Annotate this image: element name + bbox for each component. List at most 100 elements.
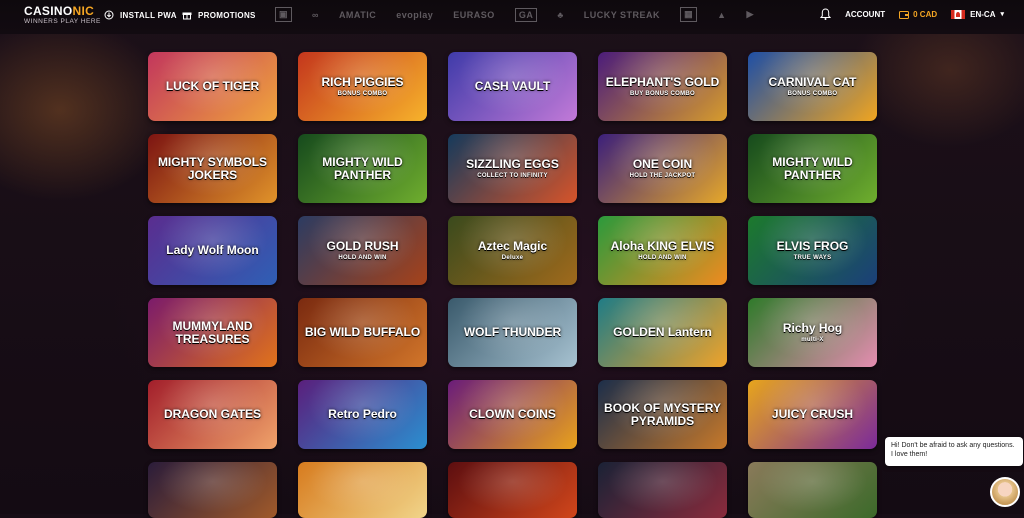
game-title: ONE COIN HOLD THE JACKPOT xyxy=(618,158,708,179)
game-tile[interactable]: GOLDEN Lantern xyxy=(598,298,727,367)
game-tile[interactable]: WOLF THUNDER xyxy=(448,298,577,367)
game-tile[interactable]: DRAGON GATES xyxy=(148,380,277,449)
game-title: Retro Pedro xyxy=(328,407,397,422)
provider-logo[interactable]: ▶ xyxy=(747,9,754,20)
provider-logo[interactable]: ▦ xyxy=(680,7,698,22)
game-title: Aztec Magic Deluxe xyxy=(477,239,548,261)
game-tile[interactable]: MIGHTY WILD PANTHER xyxy=(298,134,427,203)
download-icon xyxy=(104,10,114,20)
game-title: ELVIS FROG TRUE WAYS xyxy=(776,239,849,261)
bell-icon[interactable] xyxy=(820,8,832,20)
brand-name-b: NIC xyxy=(72,4,95,18)
game-subtitle: COLLECT TO INFINITY xyxy=(477,172,548,179)
game-tile[interactable]: GOLD RUSH HOLD AND WIN xyxy=(298,216,427,285)
game-subtitle: BONUS COMBO xyxy=(337,90,388,97)
provider-strip: ▣ ∞ AMATIC evoplay EURASO GA ♣ LUCKY STR… xyxy=(275,7,754,22)
provider-logo[interactable]: ▣ xyxy=(275,7,293,22)
game-title: BOOK OF MYSTERY PYRAMIDS xyxy=(604,400,721,428)
promotions-label: PROMOTIONS xyxy=(198,10,256,20)
provider-logo[interactable]: LUCKY STREAK xyxy=(584,10,660,20)
game-tile[interactable]: Aztec Magic Deluxe xyxy=(448,216,577,285)
gift-icon xyxy=(182,12,192,20)
game-tile[interactable]: MIGHTY SYMBOLS JOKERS xyxy=(148,134,277,203)
install-pwa-button[interactable]: INSTALL PWA xyxy=(104,10,177,20)
game-tile[interactable]: MUMMYLAND TREASURES xyxy=(148,298,277,367)
provider-logo[interactable]: ∞ xyxy=(312,10,319,20)
game-subtitle: HOLD AND WIN xyxy=(638,254,687,261)
game-title: SIZZLING EGGS COLLECT TO INFINITY xyxy=(466,157,559,179)
game-tile[interactable]: CASH VAULT xyxy=(448,52,577,121)
game-tile[interactable] xyxy=(748,462,877,518)
game-title: Lady Wolf Moon xyxy=(166,243,259,258)
provider-logo[interactable]: GA xyxy=(514,7,538,22)
game-title: Richy Hog multi-X xyxy=(782,321,843,343)
game-title: CLOWN COINS xyxy=(469,407,556,422)
game-subtitle: BONUS COMBO xyxy=(787,90,838,97)
game-tile[interactable]: LUCK OF TIGER xyxy=(148,52,277,121)
language-selector[interactable]: EN-CA ▾ xyxy=(951,9,1004,19)
game-tile[interactable]: Aloha KING ELVIS HOLD AND WIN xyxy=(598,216,727,285)
game-title: Aloha KING ELVIS HOLD AND WIN xyxy=(610,239,715,261)
game-title: CASH VAULT xyxy=(474,79,551,94)
game-tile[interactable] xyxy=(598,462,727,518)
game-title: RICH PIGGIES BONUS COMBO xyxy=(321,75,404,97)
provider-logo[interactable]: ♣ xyxy=(557,10,563,20)
brand-tagline: WINNERS PLAY HERE xyxy=(24,18,101,25)
game-tile[interactable] xyxy=(298,462,427,518)
game-title: GOLDEN Lantern xyxy=(613,325,712,340)
wallet-icon xyxy=(899,10,910,19)
game-tile[interactable]: JUICY CRUSH xyxy=(748,380,877,449)
provider-logo[interactable]: EURASO xyxy=(453,10,495,20)
game-tile[interactable]: ONE COIN HOLD THE JACKPOT xyxy=(598,134,727,203)
game-tile[interactable] xyxy=(448,462,577,518)
game-subtitle: multi-X xyxy=(801,336,824,343)
chat-bubble[interactable]: Hi! Don't be afraid to ask any questions… xyxy=(885,437,1023,466)
canada-flag-icon xyxy=(951,9,966,19)
game-tile[interactable]: Richy Hog multi-X xyxy=(748,298,877,367)
game-tile[interactable]: BIG WILD BUFFALO xyxy=(298,298,427,367)
game-tile[interactable]: BOOK OF MYSTERY PYRAMIDS xyxy=(598,380,727,449)
locale-label: EN-CA xyxy=(970,9,996,19)
game-tile[interactable]: Retro Pedro xyxy=(298,380,427,449)
game-title: WOLF THUNDER xyxy=(463,325,562,340)
game-title: GOLD RUSH HOLD AND WIN xyxy=(326,239,399,261)
chevron-down-icon: ▾ xyxy=(1000,11,1004,18)
account-area: ACCOUNT 0 CAD EN-CA ▾ xyxy=(820,8,1004,20)
game-title: MIGHTY SYMBOLS JOKERS xyxy=(157,154,268,182)
game-title: CARNIVAL CAT BONUS COMBO xyxy=(768,75,857,97)
brand-name-a: CASINO xyxy=(24,4,73,18)
chat-message: Hi! Don't be afraid to ask any questions… xyxy=(891,442,1015,459)
game-title: LUCK OF TIGER xyxy=(165,79,260,94)
game-tile[interactable]: SIZZLING EGGS COLLECT TO INFINITY xyxy=(448,134,577,203)
provider-logo[interactable]: ▲ xyxy=(717,10,726,20)
game-tile[interactable]: ELVIS FROG TRUE WAYS xyxy=(748,216,877,285)
game-tile[interactable]: RICH PIGGIES BONUS COMBO xyxy=(298,52,427,121)
game-subtitle: Deluxe xyxy=(501,254,524,261)
casino-logo[interactable]: CASINONIC WINNERS PLAY HERE xyxy=(24,5,101,26)
game-subtitle: TRUE WAYS xyxy=(793,254,832,261)
game-subtitle: HOLD AND WIN xyxy=(338,254,387,261)
game-tile[interactable]: Lady Wolf Moon xyxy=(148,216,277,285)
game-subtitle: BUY BONUS COMBO xyxy=(629,90,696,97)
balance-value: 0 CAD xyxy=(913,9,938,19)
game-title: MIGHTY WILD PANTHER xyxy=(772,154,853,182)
game-tile[interactable]: CARNIVAL CAT BONUS COMBO xyxy=(748,52,877,121)
support-avatar[interactable] xyxy=(990,477,1020,507)
game-grid: LUCK OF TIGER RICH PIGGIES BONUS COMBO CASH… xyxy=(148,52,877,518)
game-tile[interactable]: CLOWN COINS xyxy=(448,380,577,449)
game-tile[interactable]: MIGHTY WILD PANTHER xyxy=(748,134,877,203)
game-subtitle: HOLD THE JACKPOT xyxy=(629,172,696,179)
account-link[interactable]: ACCOUNT xyxy=(845,10,885,19)
promotions-button[interactable]: PROMOTIONS xyxy=(182,10,256,20)
install-pwa-label: INSTALL PWA xyxy=(120,10,177,20)
provider-logo[interactable]: AMATIC xyxy=(339,10,376,20)
game-tile[interactable] xyxy=(148,462,277,518)
balance-display[interactable]: 0 CAD xyxy=(899,10,937,19)
game-title: ELEPHANT'S GOLD BUY BONUS COMBO xyxy=(605,75,720,97)
provider-logo[interactable]: evoplay xyxy=(396,10,433,20)
game-title: MUMMYLAND TREASURES xyxy=(172,318,253,346)
game-title: BIG WILD BUFFALO xyxy=(304,325,421,340)
game-title: DRAGON GATES xyxy=(163,407,262,422)
game-title: MIGHTY WILD PANTHER xyxy=(322,154,403,182)
game-tile[interactable]: ELEPHANT'S GOLD BUY BONUS COMBO xyxy=(598,52,727,121)
